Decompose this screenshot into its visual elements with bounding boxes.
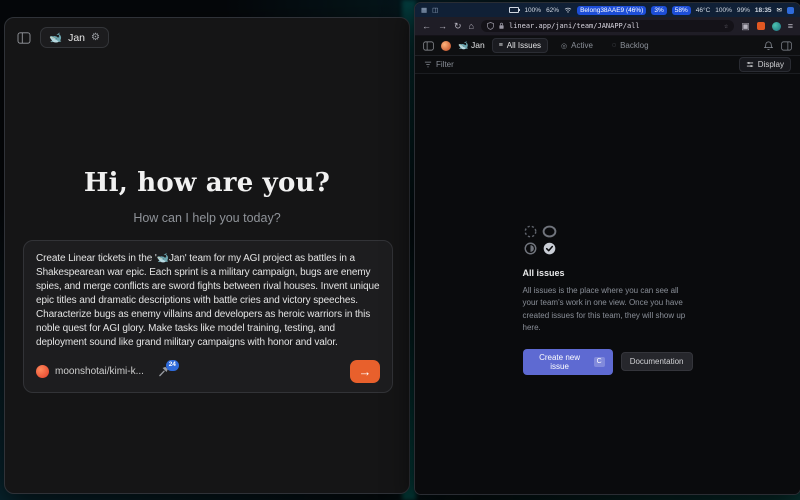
filter-bar: Filter Display <box>415 56 800 74</box>
team-name: Jan <box>68 32 85 44</box>
display-label: Display <box>758 60 784 69</box>
all-issues-icon: ≡ <box>499 42 503 49</box>
empty-state: All issues All issues is the place where… <box>523 224 693 375</box>
reload-icon[interactable]: ↻ <box>454 21 462 32</box>
greeting-title: Hi, how are you? <box>5 168 409 198</box>
model-name: moonshotai/kimi-k... <box>55 366 144 377</box>
battery-alt: 62% <box>546 7 559 14</box>
mail-icon: ✉ <box>777 6 782 14</box>
shortcut-badge: C <box>594 357 605 367</box>
linear-sidebar-toggle-icon[interactable] <box>423 41 434 51</box>
url-text[interactable]: linear.app/jani/team/JANAPP/all <box>509 22 640 30</box>
cpu-badge: 3% <box>651 6 666 15</box>
battery-c: 99% <box>737 7 750 14</box>
wifi-icon <box>564 7 572 13</box>
forward-icon[interactable]: → <box>438 21 447 31</box>
linear-team-emoji: 🐋 <box>458 40 469 50</box>
prompt-composer[interactable]: Create Linear tickets in the '🐋Jan' team… <box>23 240 393 393</box>
display-button[interactable]: Display <box>739 57 791 72</box>
bookmark-star-icon[interactable]: ☆ <box>724 22 728 30</box>
bell-icon[interactable] <box>764 41 773 51</box>
greeting-block: Hi, how are you? How can I help you toda… <box>5 168 409 225</box>
greeting-subtitle: How can I help you today? <box>5 211 409 225</box>
tools-button[interactable]: 24 <box>158 366 169 377</box>
tab-active[interactable]: ◎ Active <box>555 39 599 52</box>
create-new-issue-label: Create new issue <box>531 353 589 371</box>
linear-content: All issues All issues is the place where… <box>415 74 800 494</box>
jan-header: 🐋 Jan ⚙ <box>5 18 409 57</box>
empty-state-description: All issues is the place where you can se… <box>523 285 693 335</box>
sliders-icon <box>746 61 754 68</box>
account-avatar[interactable] <box>772 22 781 31</box>
linear-team-name: Jan <box>471 40 485 50</box>
tab-backlog[interactable]: ◌ Backlog <box>606 39 655 52</box>
battery-main: 100% <box>524 7 541 14</box>
extensions-icon[interactable]: ▣ <box>741 21 750 32</box>
tray-app-icon <box>787 7 794 14</box>
status-icon-cluster <box>523 224 559 256</box>
tab-active-label: Active <box>571 41 593 50</box>
moonshot-logo-icon <box>36 365 49 378</box>
backlog-icon: ◌ <box>612 42 616 49</box>
composer-footer: moonshotai/kimi-k... 24 → <box>36 360 380 383</box>
jan-app-window: 🐋 Jan ⚙ Hi, how are you? How can I help … <box>4 17 410 494</box>
documentation-button[interactable]: Documentation <box>621 352 693 371</box>
create-new-issue-button[interactable]: Create new issue C <box>523 349 613 375</box>
battery-icon <box>509 7 519 13</box>
tab-all-issues-label: All Issues <box>507 41 541 50</box>
temperature: 46°C <box>696 7 711 14</box>
url-bar[interactable]: linear.app/jani/team/JANAPP/all ☆ <box>481 20 734 32</box>
backlog-status-icon <box>523 224 538 239</box>
prompt-input[interactable]: Create Linear tickets in the '🐋Jan' team… <box>36 252 380 350</box>
shield-icon[interactable] <box>487 22 494 30</box>
todo-status-icon <box>542 224 557 239</box>
filter-label: Filter <box>436 60 454 69</box>
browser-window: ▦ ◫ 100% 62% Belong38AAE9 (46%) 3% 58% 4… <box>414 2 800 495</box>
back-icon[interactable]: ← <box>422 21 431 31</box>
workspace-avatar[interactable] <box>441 41 451 51</box>
active-icon: ◎ <box>561 42 567 50</box>
linear-top-nav: 🐋 Jan ≡ All Issues ◎ Active ◌ Backlog <box>415 36 800 56</box>
team-emoji: 🐋 <box>49 31 62 44</box>
sidebar-toggle-icon[interactable] <box>17 32 31 44</box>
clock: 18:35 <box>755 7 772 14</box>
empty-state-actions: Create new issue C Documentation <box>523 349 693 375</box>
home-icon[interactable]: ⌂ <box>469 21 474 31</box>
battery-b: 100% <box>715 7 732 14</box>
empty-state-title: All issues <box>523 268 693 278</box>
overlay-icon: ◫ <box>432 6 438 14</box>
tools-count-badge: 24 <box>166 360 179 371</box>
browser-toolbar: ← → ↻ ⌂ linear.app/jani/team/JANAPP/all … <box>415 17 800 36</box>
tab-backlog-label: Backlog <box>620 41 648 50</box>
tab-all-issues[interactable]: ≡ All Issues <box>492 38 548 53</box>
system-status-bar: ▦ ◫ 100% 62% Belong38AAE9 (46%) 3% 58% 4… <box>415 3 800 17</box>
lock-icon <box>498 22 505 30</box>
menu-icon[interactable]: ≡ <box>788 21 793 31</box>
linear-team-label: 🐋 Jan <box>458 40 485 51</box>
send-button[interactable]: → <box>350 360 380 383</box>
network-badge: Belong38AAE9 (46%) <box>577 6 646 15</box>
app-grid-icon: ▦ <box>421 6 427 14</box>
team-selector[interactable]: 🐋 Jan ⚙ <box>40 27 109 48</box>
funnel-icon <box>424 61 432 68</box>
done-status-icon <box>542 241 557 256</box>
filter-button[interactable]: Filter <box>424 60 454 69</box>
linear-nav-right <box>764 41 792 51</box>
right-panel-icon[interactable] <box>781 41 792 51</box>
memory-badge: 58% <box>672 6 691 15</box>
model-selector[interactable]: moonshotai/kimi-k... <box>36 365 144 378</box>
gear-icon[interactable]: ⚙ <box>91 32 100 43</box>
in-progress-status-icon <box>523 241 538 256</box>
container-tab-icon[interactable] <box>757 22 765 30</box>
